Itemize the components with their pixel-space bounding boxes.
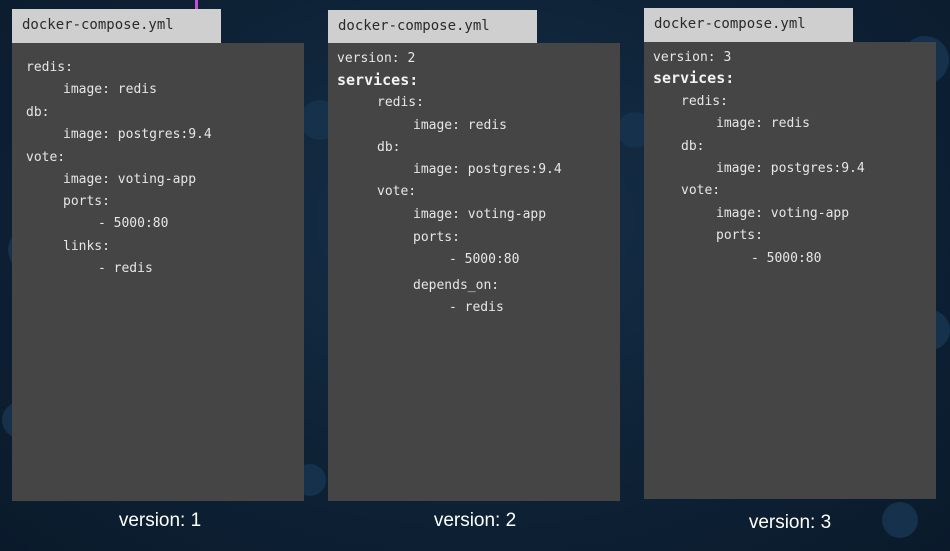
code-panel-v1: redis: image: redis db: image: postgres:9.4… [12, 43, 304, 501]
code-line: services: [653, 69, 735, 87]
code-line: db: [681, 139, 705, 154]
code-line: redis: [26, 60, 73, 75]
caption-version-3: version: 3 [748, 512, 832, 533]
code-line: ports: [413, 230, 460, 245]
code-line: - redis [98, 261, 153, 276]
code-line: - 5000:80 [449, 252, 520, 267]
code-line: vote: [26, 150, 66, 165]
code-line: vote: [681, 183, 721, 198]
code-line: db: [377, 140, 401, 155]
code-line: image: voting-app [413, 207, 547, 222]
file-tab: docker-compose.yml [328, 10, 537, 43]
code-line: - 5000:80 [98, 216, 169, 231]
code-line: services: [337, 71, 419, 89]
code-line: image: postgres:9.4 [716, 161, 865, 176]
file-tab: docker-compose.yml [644, 8, 853, 42]
code-line: image: redis [413, 118, 507, 133]
code-line: image: voting-app [716, 206, 850, 221]
code-line: image: voting-app [63, 172, 197, 187]
code-line: image: postgres:9.4 [63, 127, 212, 142]
code-panel-v2: version: 2 services: redis: image: redis db:… [328, 43, 620, 501]
code-line: image: redis [716, 116, 810, 131]
code-panel-v3: version: 3 services: redis: image: redis db:… [644, 42, 936, 499]
code-line: image: redis [63, 82, 157, 97]
code-line: links: [63, 239, 110, 254]
caption-version-1: version: 1 [118, 510, 202, 531]
code-line: image: postgres:9.4 [413, 162, 562, 177]
code-line: version: 2 [337, 51, 416, 66]
code-line: redis: [681, 94, 728, 109]
code-line: - 5000:80 [751, 251, 822, 266]
file-tab: docker-compose.yml [12, 9, 221, 43]
caption-version-2: version: 2 [433, 510, 517, 531]
code-line: ports: [716, 228, 763, 243]
code-line: version: 3 [653, 50, 732, 65]
code-line: redis: [377, 95, 424, 110]
code-line: db: [26, 105, 50, 120]
code-line: depends_on: [413, 278, 500, 293]
code-line: ports: [63, 194, 110, 209]
code-line: vote: [377, 184, 417, 199]
code-line: - redis [449, 300, 504, 315]
